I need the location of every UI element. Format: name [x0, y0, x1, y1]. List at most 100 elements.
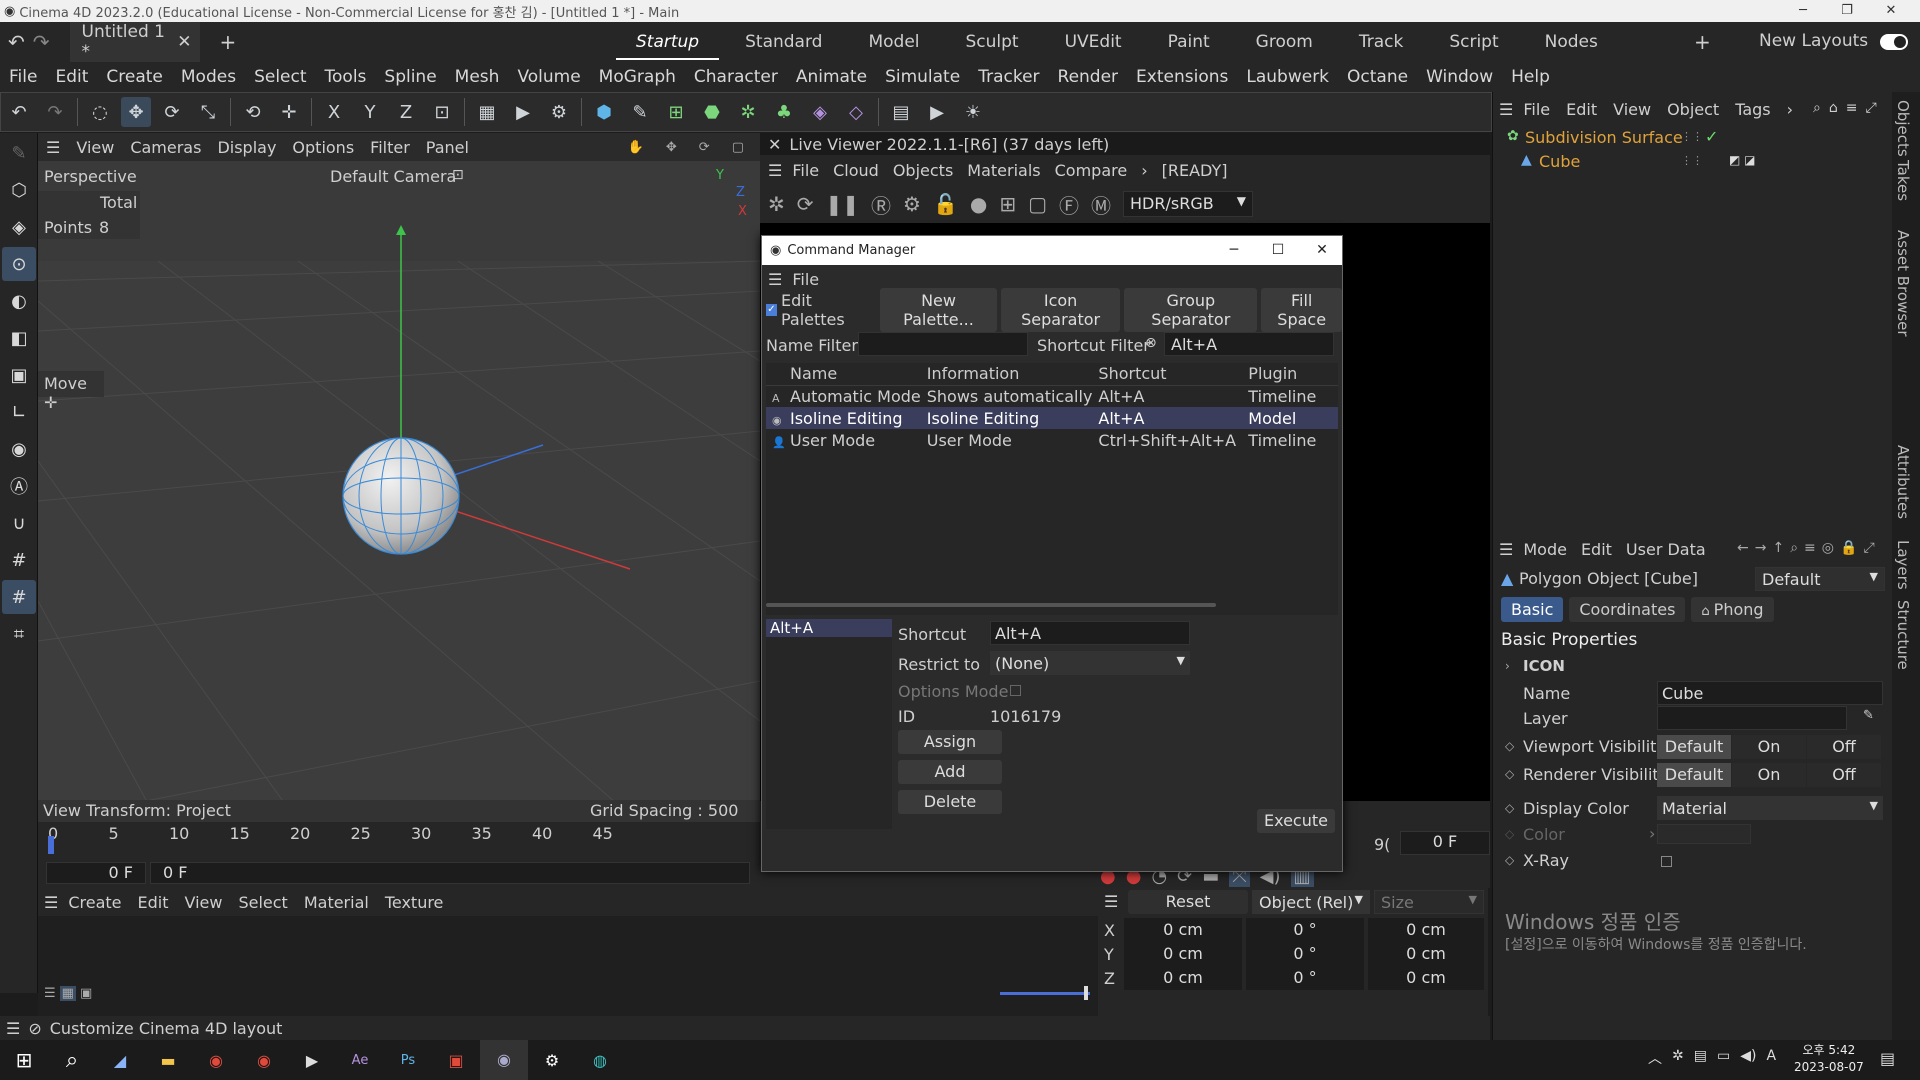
xray-checkbox[interactable]: [1661, 856, 1672, 867]
shortcut-list-item[interactable]: Alt+A: [766, 619, 892, 637]
rotation-z-field[interactable]: 0 °: [1246, 966, 1364, 990]
timeline-ruler[interactable]: 0 5 10 15 20 25 30 35 40 45: [38, 822, 760, 846]
menu-help[interactable]: Help: [1502, 67, 1559, 87]
menu-select[interactable]: Select: [245, 67, 315, 87]
layout-tab-paint[interactable]: Paint: [1148, 32, 1230, 52]
table-row[interactable]: A Automatic Mode Shows automatically Alt+A T…: [766, 385, 1338, 407]
new-layouts-toggle[interactable]: [1880, 34, 1908, 50]
om-menu-object[interactable]: Object: [1667, 100, 1719, 119]
chrome2-icon[interactable]: ◉: [240, 1051, 288, 1070]
fill-space-button[interactable]: Fill Space: [1261, 288, 1342, 332]
chrome-icon[interactable]: ◉: [192, 1051, 240, 1070]
scene-icon[interactable]: ◇: [841, 97, 871, 127]
y-axis-lock-icon[interactable]: Y: [355, 97, 385, 127]
brush-icon[interactable]: ✎: [2, 136, 36, 170]
camera-name[interactable]: Default Camera: [330, 167, 456, 186]
viewport-visibility-on[interactable]: On: [1732, 735, 1806, 759]
lv-region-icon[interactable]: Ⓡ: [871, 190, 891, 219]
lv-menu-materials[interactable]: Materials: [967, 161, 1040, 180]
shortcut-field[interactable]: Alt+A: [990, 621, 1190, 645]
viewport-menu-options[interactable]: Options: [284, 138, 362, 157]
am-expand-icon[interactable]: ⤢: [1863, 540, 1874, 556]
position-z-field[interactable]: 0 cm: [1124, 966, 1242, 990]
visibility-dots-icon[interactable]: ⋮⋮: [1681, 154, 1703, 167]
floor-icon[interactable]: ▤: [886, 97, 916, 127]
clear-filter-icon[interactable]: ⊗: [1145, 335, 1157, 351]
magnet-icon[interactable]: ∪: [2, 506, 36, 540]
am-menu-mode[interactable]: Mode: [1523, 540, 1567, 559]
options-mode-checkbox[interactable]: [1010, 685, 1021, 696]
om-menu-tags[interactable]: Tags: [1735, 100, 1770, 119]
mm-menu-create[interactable]: Create: [68, 893, 121, 912]
dialog-menu-file[interactable]: File: [792, 270, 819, 289]
lv-add-icon[interactable]: ⊞: [999, 192, 1016, 216]
redo-tool-icon[interactable]: ↷: [40, 97, 70, 127]
status-hamburger-icon[interactable]: ☰: [6, 1019, 20, 1038]
menu-laubwerk[interactable]: Laubwerk: [1237, 67, 1338, 87]
ime-indicator[interactable]: A: [1766, 1048, 1776, 1068]
menu-character[interactable]: Character: [685, 67, 787, 87]
viewport-hamburger-icon[interactable]: ☰: [38, 138, 68, 157]
layout-tab-model[interactable]: Model: [848, 32, 939, 52]
position-x-field[interactable]: 0 cm: [1124, 918, 1242, 942]
scale-tool-icon[interactable]: ⤡: [193, 97, 223, 127]
column-header-name[interactable]: Name: [766, 363, 921, 386]
size-dropdown[interactable]: Size ▼: [1374, 890, 1484, 914]
solo-icon[interactable]: ◉: [2, 432, 36, 466]
om-hamburger-icon[interactable]: ☰: [1499, 100, 1513, 119]
settings-task-icon[interactable]: ⚙: [528, 1051, 576, 1070]
dialog-maximize-button[interactable]: ☐: [1256, 236, 1300, 265]
name-filter-input[interactable]: [858, 332, 1028, 356]
menu-tools[interactable]: Tools: [316, 67, 376, 87]
playhead[interactable]: [48, 836, 54, 854]
menu-tracker[interactable]: Tracker: [969, 67, 1048, 87]
mm-hamburger-icon[interactable]: ☰: [44, 893, 58, 912]
rotation-y-field[interactable]: 0 °: [1246, 942, 1364, 966]
lv-focus-icon[interactable]: ▢: [1028, 192, 1047, 216]
color-swatch[interactable]: [1657, 824, 1751, 844]
size-y-field[interactable]: 0 cm: [1368, 942, 1484, 966]
layout-tab-nodes[interactable]: Nodes: [1525, 32, 1618, 52]
dialog-close-button[interactable]: ✕: [1300, 236, 1344, 265]
viewport-menu-view[interactable]: View: [68, 138, 122, 157]
viewport-menu-panel[interactable]: Panel: [418, 138, 477, 157]
om-menu-file[interactable]: File: [1523, 100, 1550, 119]
size-z-field[interactable]: 0 cm: [1368, 966, 1484, 990]
om-expand-icon[interactable]: ⤢: [1865, 100, 1876, 116]
edge-mode-icon[interactable]: ◐: [2, 284, 36, 318]
camera-icon[interactable]: ⊡: [452, 167, 464, 183]
size-x-field[interactable]: 0 cm: [1368, 918, 1484, 942]
reset-transform-button[interactable]: Reset Transform: [1128, 890, 1248, 935]
restore-button[interactable]: ❐: [1830, 0, 1864, 22]
zoom-slider-handle[interactable]: [1084, 986, 1088, 1000]
tray-network-icon[interactable]: ▭: [1717, 1048, 1730, 1068]
lv-lock-icon[interactable]: 🔓: [933, 192, 958, 216]
menu-window[interactable]: Window: [1417, 67, 1502, 87]
viewport[interactable]: Perspective Default Camera ⊡ Total Point…: [38, 161, 760, 822]
rotate-tool-icon[interactable]: ⟳: [157, 97, 187, 127]
workplane-icon[interactable]: #: [2, 543, 36, 577]
list-view-icon[interactable]: ☰: [44, 986, 56, 1001]
mm-menu-texture[interactable]: Texture: [385, 893, 444, 912]
camera-icon[interactable]: ▶: [922, 97, 952, 127]
viewport-menu-cameras[interactable]: Cameras: [122, 138, 209, 157]
viewport-menu-filter[interactable]: Filter: [362, 138, 418, 157]
render-picture-viewer-icon[interactable]: ▶: [508, 97, 538, 127]
file-explorer-icon[interactable]: ▬: [144, 1051, 192, 1070]
menu-mesh[interactable]: Mesh: [446, 67, 509, 87]
edit-palettes-checkbox[interactable]: ✓: [766, 304, 777, 316]
renderer-visibility-default[interactable]: Default: [1657, 763, 1731, 787]
am-lock-icon[interactable]: 🔒: [1840, 540, 1857, 556]
close-button[interactable]: ✕: [1874, 0, 1908, 22]
tab-basic[interactable]: Basic: [1501, 596, 1564, 622]
enabled-check-icon[interactable]: ✓: [1705, 127, 1718, 146]
media-player-icon[interactable]: ▶: [288, 1051, 336, 1070]
lv-sphere-icon[interactable]: ●: [970, 192, 987, 216]
menu-edit[interactable]: Edit: [46, 67, 97, 87]
tag-icon[interactable]: ◩ ◪: [1729, 153, 1756, 167]
assign-button[interactable]: Assign: [898, 730, 1002, 754]
visibility-dots-icon[interactable]: ⋮⋮: [1681, 130, 1703, 143]
menu-render[interactable]: Render: [1049, 67, 1128, 87]
live-viewer-hamburger-icon[interactable]: ☰: [768, 161, 782, 180]
layout-tab-standard[interactable]: Standard: [725, 32, 842, 52]
